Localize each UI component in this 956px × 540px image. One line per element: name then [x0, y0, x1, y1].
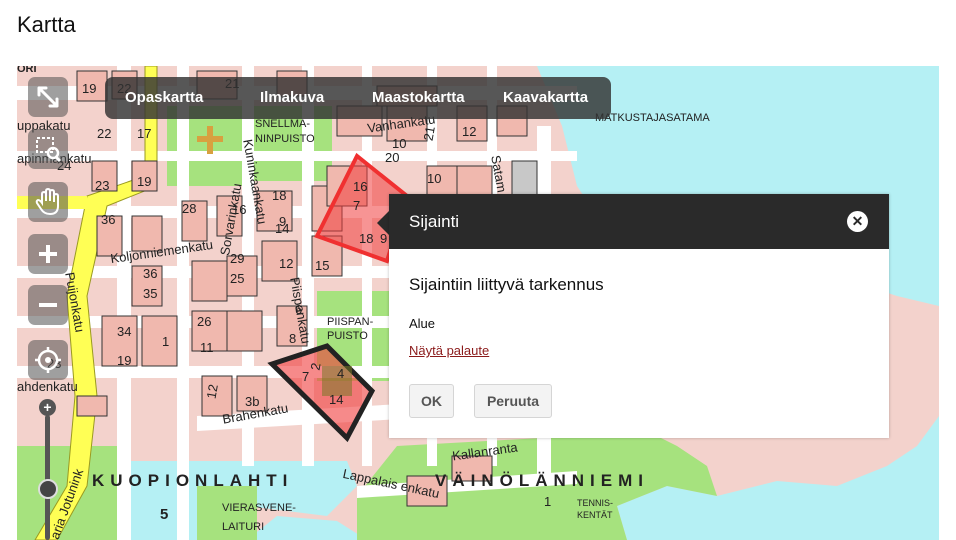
map-label-number: 19 [82, 81, 97, 96]
map-label-number: 7 [302, 369, 310, 384]
tab-kaavakartta[interactable]: Kaavakartta [503, 89, 588, 106]
map-label-number: 14 [329, 392, 344, 407]
close-icon[interactable]: ✕ [847, 211, 868, 232]
popup-subtitle: Sijaintiin liittyvä tarkennus [409, 275, 604, 294]
page-title: Kartta [17, 12, 76, 37]
map-label-number: 1 [544, 494, 552, 509]
locate-icon [35, 347, 61, 373]
map-label-number: 12 [203, 383, 221, 400]
map-label-number: 23 [95, 178, 110, 193]
map-label-number: 16 [353, 179, 368, 194]
area-field-label: Alue [409, 316, 436, 331]
show-feedback-link[interactable]: Näytä palaute [409, 343, 489, 358]
map-label-area: VÄINÖLÄNNIEMI [435, 471, 649, 490]
map-label-number: 29 [230, 251, 245, 266]
zoom-box-icon [36, 137, 62, 163]
map-label-number: 36 [143, 266, 158, 281]
location-popup: Sijainti ✕ Sijaintiin liittyvä tarkennus… [389, 194, 889, 438]
map-label-number: 10 [392, 136, 407, 151]
map-label-area: KUOPIONLAHTI [92, 471, 294, 490]
zoom-slider-track[interactable] [45, 415, 50, 540]
map-label-area: MATKUSTAJASATAMA [595, 112, 710, 124]
map-label-number: 18 [272, 188, 287, 203]
zoom-out-button[interactable] [28, 285, 68, 325]
expand-icon [37, 86, 59, 108]
map-label-number: 20 [385, 150, 400, 165]
map-label-number: 7 [353, 198, 361, 213]
cancel-button[interactable]: Peruuta [474, 384, 552, 418]
map-label-number: 8 [289, 331, 297, 346]
pan-button[interactable] [28, 182, 68, 222]
zoom-in-button[interactable] [28, 234, 68, 274]
map-label-number: 10 [427, 171, 442, 186]
zoom-box-button[interactable] [28, 129, 68, 169]
popup-title: Sijainti [409, 212, 460, 231]
map-label-number: 16 [232, 202, 247, 217]
map-label-area: KENTÄT [577, 510, 613, 520]
map-label-number: 11 [200, 340, 214, 355]
pan-hand-icon [35, 188, 59, 216]
popup-header: Sijainti ✕ [389, 194, 889, 249]
zoom-slider-plus-icon[interactable]: + [39, 399, 56, 416]
map-label-number: 26 [197, 314, 212, 329]
map-label-area: TENNIS- [577, 498, 613, 508]
map-label-area: NINPUISTO [255, 133, 315, 145]
map-label-area: PUISTO [327, 330, 368, 342]
map-label-number: 18 [359, 231, 374, 246]
tab-opaskartta[interactable]: Opaskartta [125, 89, 203, 106]
map-label-number: 34 [117, 324, 132, 339]
map-label-number: 22 [97, 126, 112, 141]
map-label-area: VIERASVENE- [222, 502, 296, 514]
map-label-number: 12 [279, 256, 294, 271]
tab-ilmakuva[interactable]: Ilmakuva [260, 89, 324, 106]
map-label-number: 14 [275, 221, 290, 236]
map-label-number: 4 [337, 366, 345, 381]
map-label-area: LAITURI [222, 521, 265, 533]
map-label-street: ahdenkatu [17, 379, 78, 394]
map-label-number: 21 [420, 125, 438, 142]
map-label-number: 6 [295, 302, 303, 317]
map-label-number: 35 [143, 286, 158, 301]
map-label-number: 19 [117, 353, 132, 368]
map-label-number: 36 [101, 212, 116, 227]
map-label-number: 12 [462, 124, 477, 139]
zoom-out-icon [39, 303, 57, 307]
ok-button[interactable]: OK [409, 384, 454, 418]
map-label-number: 15 [315, 258, 330, 273]
map-label-number: 28 [182, 201, 197, 216]
map-label-area: ORI [17, 66, 37, 75]
map-label-area: PIISPAN- [327, 316, 374, 328]
map-label-area: SNELLMA- [255, 118, 311, 130]
locate-button[interactable] [28, 340, 68, 380]
zoom-in-icon [39, 245, 57, 263]
map-label-number: 25 [230, 271, 245, 286]
map-label-number: 5 [160, 506, 169, 523]
map-label-number: 3b [245, 394, 260, 409]
map-label-number: 1 [162, 334, 170, 349]
map-style-tabbar: Opaskartta Ilmakuva Maastokartta Kaavaka… [105, 77, 611, 119]
expand-button[interactable] [28, 77, 68, 117]
tab-maastokartta[interactable]: Maastokartta [372, 89, 465, 106]
map-label-number: 19 [137, 174, 152, 189]
zoom-slider-handle[interactable] [38, 479, 58, 499]
map-label-number: 17 [137, 126, 152, 141]
